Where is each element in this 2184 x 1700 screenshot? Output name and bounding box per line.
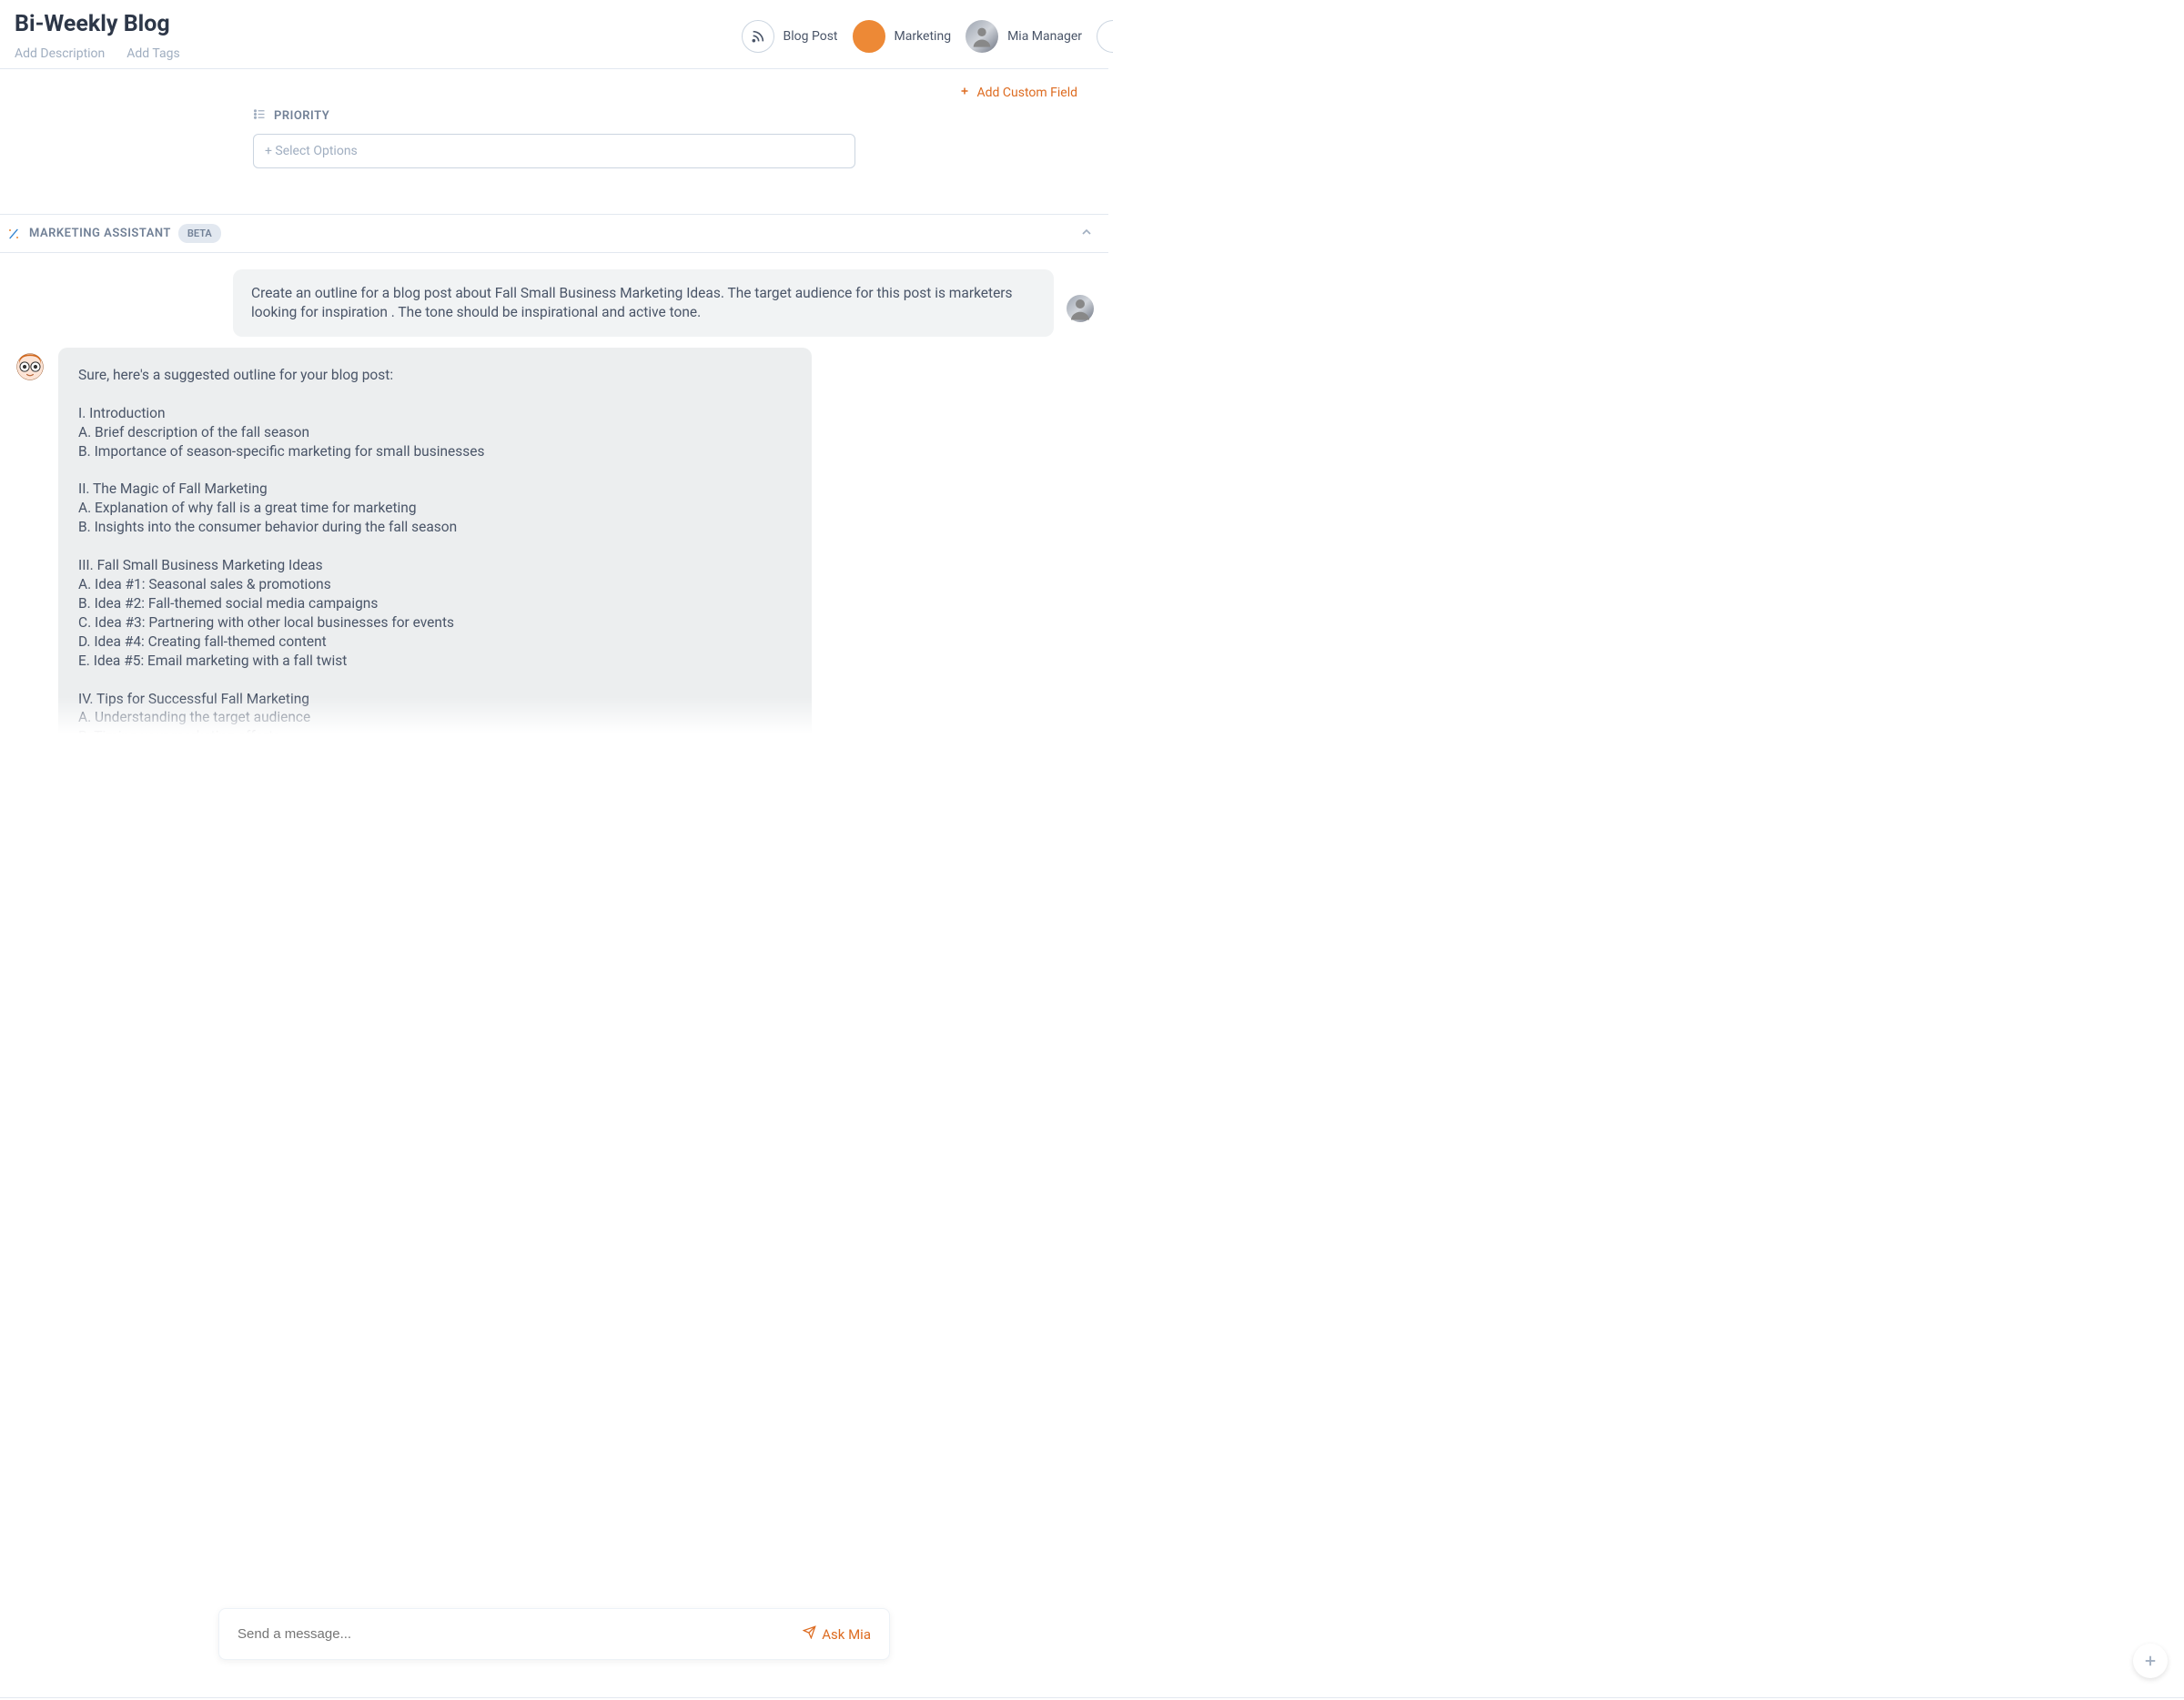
marketing-icon (853, 20, 885, 53)
chip-marketing-label: Marketing (895, 29, 952, 44)
user-avatar (1067, 295, 1094, 322)
assistant-header: MARKETING ASSISTANT BETA (0, 214, 1108, 253)
assistant-title: MARKETING ASSISTANT (29, 227, 171, 240)
chat-area: Create an outline for a blog post about … (0, 253, 1108, 734)
chip-marketing[interactable]: Marketing (853, 20, 952, 53)
rss-icon (742, 20, 774, 53)
priority-select[interactable]: + Select Options (253, 134, 855, 168)
add-tags-link[interactable]: Add Tags (126, 46, 179, 61)
add-custom-field-button[interactable]: Add Custom Field (959, 86, 1078, 100)
header-right: Blog Post Marketing Mia Manager (742, 20, 1113, 53)
add-description-link[interactable]: Add Description (15, 46, 105, 61)
ask-button[interactable]: Ask Mia (803, 1625, 871, 1643)
chip-blog-post[interactable]: Blog Post (742, 20, 838, 53)
sparkle-icon (5, 226, 22, 242)
user-message-row: Create an outline for a blog post about … (15, 269, 1094, 337)
chip-manager-label: Mia Manager (1007, 29, 1082, 44)
priority-icon (253, 107, 267, 125)
send-icon (803, 1625, 816, 1643)
assistant-message-row: Sure, here's a suggested outline for you… (15, 348, 1094, 734)
plus-icon (959, 86, 970, 100)
priority-label-row: PRIORITY (253, 107, 855, 125)
user-message-bubble: Create an outline for a blog post about … (233, 269, 1054, 337)
avatar (966, 20, 998, 53)
chevron-up-icon[interactable] (1079, 225, 1094, 243)
plus-fab-button[interactable] (2133, 1644, 2168, 1678)
partial-chip[interactable] (1097, 20, 1113, 53)
priority-section: PRIORITY + Select Options (0, 107, 1108, 214)
priority-label: PRIORITY (274, 109, 329, 123)
message-input-row: Ask Mia (218, 1608, 890, 1660)
footer-divider (0, 1697, 2184, 1698)
chip-manager[interactable]: Mia Manager (966, 20, 1082, 53)
beta-badge: BETA (178, 224, 221, 243)
assistant-message-bubble: Sure, here's a suggested outline for you… (58, 348, 812, 734)
page-header: Bi-Weekly Blog Add Description Add Tags … (0, 0, 1108, 69)
assistant-avatar (15, 351, 46, 382)
message-input[interactable] (238, 1626, 803, 1642)
chip-blog-post-label: Blog Post (784, 29, 838, 44)
add-custom-field-label: Add Custom Field (977, 86, 1078, 100)
ask-button-label: Ask Mia (822, 1626, 871, 1643)
custom-field-row: Add Custom Field (0, 69, 1108, 107)
